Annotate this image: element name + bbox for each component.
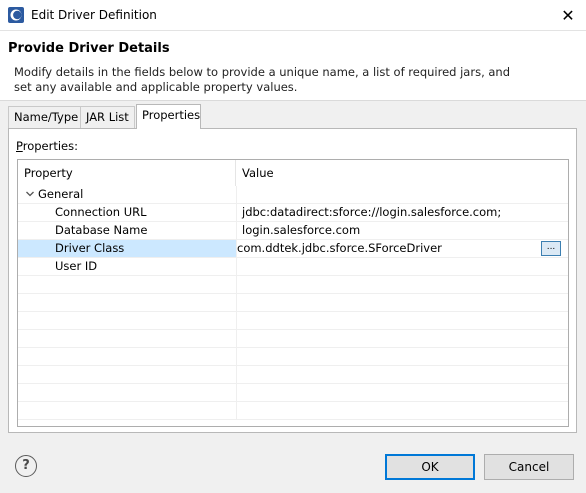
empty-cell [236,330,568,347]
table-row-selected[interactable]: Driver Class com.ddtek.jdbc.sforce.SForc… [18,240,568,258]
empty-cell [236,366,568,383]
empty-cell [18,312,236,329]
empty-cell [236,312,568,329]
properties-label-mnemonic: P [16,139,23,153]
property-value[interactable]: login.salesforce.com [236,222,568,239]
window-title: Edit Driver Definition [31,8,157,22]
browse-ellipsis-button[interactable]: ... [541,241,561,256]
empty-cell [236,384,568,401]
empty-cell [236,294,568,311]
column-header-property[interactable]: Property [18,160,236,186]
tab-name-type[interactable]: Name/Type [8,106,85,128]
empty-row [18,384,568,402]
property-name: Driver Class [18,240,236,257]
chevron-down-icon[interactable] [25,189,35,199]
group-label: General [38,187,84,201]
empty-row [18,402,568,420]
empty-cell [18,384,236,401]
properties-table[interactable]: Property Value General Connection URL jd… [17,159,569,427]
group-value-cell [236,186,568,203]
empty-cell [18,294,236,311]
empty-cell [18,366,236,383]
column-header-value[interactable]: Value [236,160,568,186]
properties-label-text: roperties: [22,139,78,153]
empty-row [18,312,568,330]
properties-tab-panel: Properties: Property Value General Conne… [8,128,577,433]
close-icon: ✕ [561,5,575,25]
property-value[interactable]: jdbc:datadirect:sforce://login.salesforc… [236,204,568,221]
table-row[interactable]: Database Name login.salesforce.com [18,222,568,240]
empty-cell [18,276,236,293]
empty-cell [18,330,236,347]
property-value[interactable] [236,258,568,275]
help-icon[interactable]: ? [15,455,37,477]
properties-label: Properties: [16,139,78,153]
title-bar: Edit Driver Definition ✕ [0,0,586,31]
empty-cell [236,402,568,419]
empty-row [18,348,568,366]
group-cell: General [18,186,236,203]
ok-button[interactable]: OK [385,454,475,480]
empty-row [18,366,568,384]
empty-row [18,330,568,348]
empty-row [18,276,568,294]
empty-cell [236,276,568,293]
property-name: Connection URL [55,205,147,219]
empty-row [18,294,568,312]
table-row[interactable]: Connection URL jdbc:datadirect:sforce://… [18,204,568,222]
property-name: User ID [55,259,98,273]
close-button[interactable]: ✕ [550,0,586,30]
cancel-button[interactable]: Cancel [484,454,574,480]
empty-cell [236,348,568,365]
header-description: Modify details in the fields below to pr… [14,65,511,94]
empty-cell [18,402,236,419]
tab-properties[interactable]: Properties [136,104,201,129]
tree-group-general[interactable]: General [18,186,568,204]
table-row[interactable]: User ID [18,258,568,276]
empty-cell [18,348,236,365]
property-value-editor[interactable]: com.ddtek.jdbc.sforce.SForceDriver [236,240,568,257]
eclipse-app-icon [8,7,24,23]
property-name: Database Name [55,223,148,237]
header-title: Provide Driver Details [8,41,170,56]
dialog-header: Provide Driver Details Modify details in… [0,31,586,101]
tab-jar-list[interactable]: JAR List [80,106,135,128]
